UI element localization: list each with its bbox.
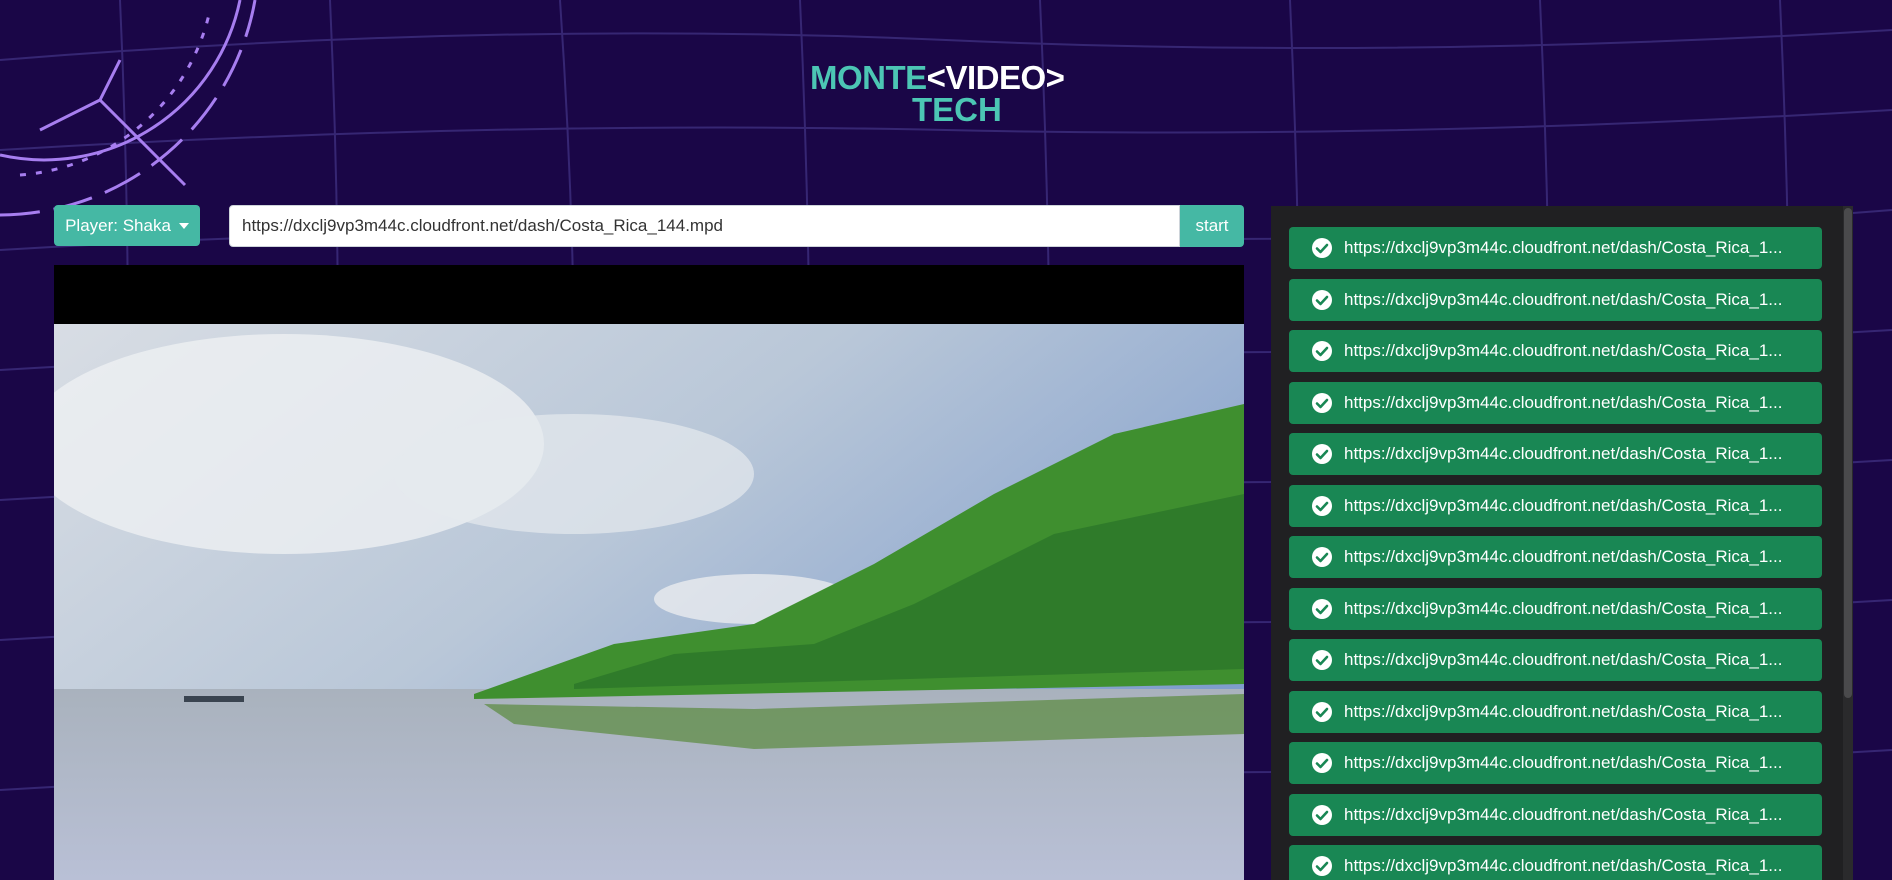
stream-history-item-label: https://dxclj9vp3m44c.cloudfront.net/das… (1344, 805, 1783, 824)
check-circle-icon (1312, 341, 1332, 361)
start-button[interactable]: start (1180, 205, 1244, 247)
stream-history-item[interactable]: https://dxclj9vp3m44c.cloudfront.net/das… (1289, 742, 1822, 784)
video-frame (54, 324, 1244, 880)
player-select-dropdown[interactable]: Player: Shaka (54, 205, 200, 246)
stream-history-item[interactable]: https://dxclj9vp3m44c.cloudfront.net/das… (1289, 382, 1822, 424)
check-circle-icon (1312, 753, 1332, 773)
start-button-label: start (1195, 216, 1229, 235)
stream-history-item[interactable]: https://dxclj9vp3m44c.cloudfront.net/das… (1289, 279, 1822, 321)
logo-text-tech: TECH (912, 91, 1002, 128)
check-circle-icon (1312, 547, 1332, 567)
check-circle-icon (1312, 290, 1332, 310)
stream-history-item-label: https://dxclj9vp3m44c.cloudfront.net/das… (1344, 856, 1783, 875)
stream-history-panel[interactable]: https://dxclj9vp3m44c.cloudfront.net/das… (1271, 206, 1853, 880)
player-select-label: Player: Shaka (65, 215, 171, 235)
check-circle-icon (1312, 650, 1332, 670)
stream-history-item-label: https://dxclj9vp3m44c.cloudfront.net/das… (1344, 547, 1783, 566)
check-circle-icon (1312, 805, 1332, 825)
check-circle-icon (1312, 444, 1332, 464)
stream-history-item-label: https://dxclj9vp3m44c.cloudfront.net/das… (1344, 238, 1783, 257)
stream-history-item[interactable]: https://dxclj9vp3m44c.cloudfront.net/das… (1289, 536, 1822, 578)
caret-down-icon (178, 222, 189, 229)
corner-circle-decoration (0, 0, 257, 217)
stream-url-input[interactable] (229, 205, 1180, 247)
stream-history-item-label: https://dxclj9vp3m44c.cloudfront.net/das… (1344, 290, 1783, 309)
stream-history-item-label: https://dxclj9vp3m44c.cloudfront.net/das… (1344, 753, 1783, 772)
stream-history-item[interactable]: https://dxclj9vp3m44c.cloudfront.net/das… (1289, 227, 1822, 269)
stream-history-item-label: https://dxclj9vp3m44c.cloudfront.net/das… (1344, 702, 1783, 721)
stream-history-item[interactable]: https://dxclj9vp3m44c.cloudfront.net/das… (1289, 639, 1822, 681)
stream-history-item-label: https://dxclj9vp3m44c.cloudfront.net/das… (1344, 496, 1783, 515)
logo-text-monte: MONTE (810, 59, 927, 96)
stream-history-item[interactable]: https://dxclj9vp3m44c.cloudfront.net/das… (1289, 588, 1822, 630)
check-circle-icon (1312, 856, 1332, 876)
brand-logo: MONTE<VIDEO> TECH (810, 60, 1100, 130)
stream-history-item-label: https://dxclj9vp3m44c.cloudfront.net/das… (1344, 599, 1783, 618)
stream-history-item-label: https://dxclj9vp3m44c.cloudfront.net/das… (1344, 650, 1783, 669)
stream-history-item[interactable]: https://dxclj9vp3m44c.cloudfront.net/das… (1289, 330, 1822, 372)
check-circle-icon (1312, 393, 1332, 413)
stream-history-item[interactable]: https://dxclj9vp3m44c.cloudfront.net/das… (1289, 691, 1822, 733)
stream-history-item[interactable]: https://dxclj9vp3m44c.cloudfront.net/das… (1289, 845, 1822, 880)
video-player[interactable] (54, 265, 1244, 880)
stream-history-item-label: https://dxclj9vp3m44c.cloudfront.net/das… (1344, 444, 1783, 463)
stream-history-item[interactable]: https://dxclj9vp3m44c.cloudfront.net/das… (1289, 794, 1822, 836)
check-circle-icon (1312, 599, 1332, 619)
check-circle-icon (1312, 496, 1332, 516)
check-circle-icon (1312, 702, 1332, 722)
scrollbar-thumb[interactable] (1844, 208, 1852, 698)
panel-scrollbar[interactable] (1843, 206, 1853, 880)
stream-history-item[interactable]: https://dxclj9vp3m44c.cloudfront.net/das… (1289, 485, 1822, 527)
stream-history-item-label: https://dxclj9vp3m44c.cloudfront.net/das… (1344, 393, 1783, 412)
check-circle-icon (1312, 238, 1332, 258)
stream-history-item-label: https://dxclj9vp3m44c.cloudfront.net/das… (1344, 341, 1783, 360)
stream-history-item[interactable]: https://dxclj9vp3m44c.cloudfront.net/das… (1289, 433, 1822, 475)
